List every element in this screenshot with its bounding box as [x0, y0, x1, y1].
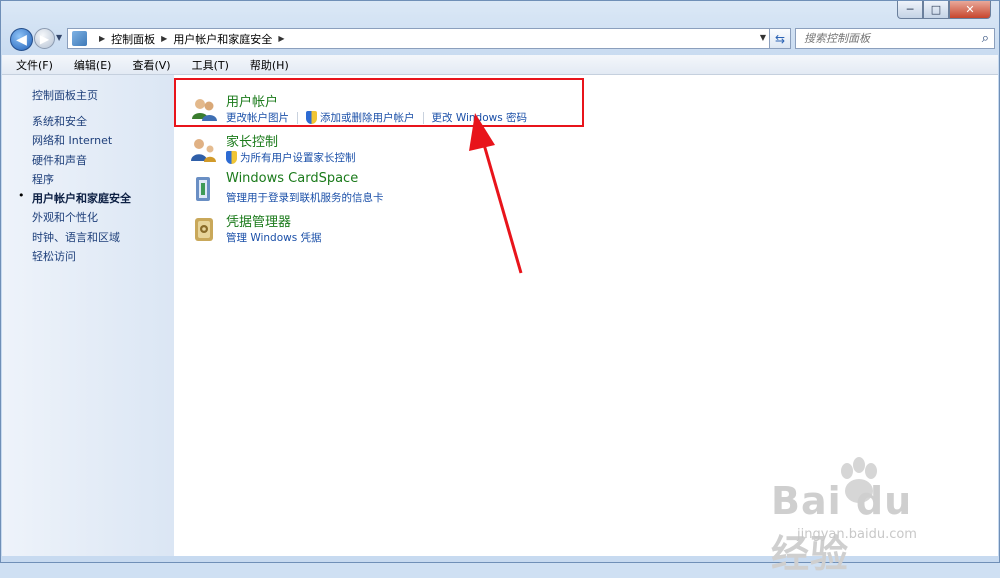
category-title[interactable]: 家长控制 — [226, 131, 278, 150]
sidebar-item-system-security[interactable]: 系统和安全 — [32, 113, 131, 132]
menu-bar: 文件(F) 编辑(E) 查看(V) 工具(T) 帮助(H) — [2, 55, 998, 75]
category-links: 管理用于登录到联机服务的信息卡 — [226, 190, 384, 205]
watermark-url: jingyan.baidu.com — [797, 527, 917, 542]
parental-controls-icon[interactable] — [190, 135, 218, 163]
refresh-button[interactable]: ⇆ — [769, 28, 791, 49]
sidebar-home-link[interactable]: 控制面板主页 — [32, 87, 98, 103]
back-arrow-icon: ◀ — [16, 31, 27, 48]
manage-info-cards-link[interactable]: 管理用于登录到联机服务的信息卡 — [226, 190, 384, 205]
sidebar-item-user-accounts[interactable]: 用户帐户和家庭安全 — [18, 189, 131, 209]
chevron-right-icon[interactable]: ▶ — [278, 34, 284, 43]
chevron-right-icon[interactable]: ▶ — [161, 34, 167, 43]
annotation-arrow — [469, 113, 523, 274]
uac-shield-icon — [226, 151, 237, 164]
search-icon[interactable]: ⌕ — [982, 31, 989, 46]
category-title[interactable]: 凭据管理器 — [226, 211, 291, 230]
caption-buttons: ─ □ ✕ — [897, 1, 991, 19]
search-box[interactable]: ⌕ — [795, 28, 995, 49]
cardspace-icon[interactable] — [190, 175, 218, 203]
forward-button[interactable]: ▶ — [34, 28, 55, 49]
search-input[interactable] — [802, 31, 976, 46]
category-links: 管理 Windows 凭据 — [226, 230, 322, 245]
address-dropdown-icon[interactable]: ▼ — [760, 33, 766, 42]
maximize-button[interactable]: □ — [923, 1, 949, 19]
back-button[interactable]: ◀ — [10, 28, 33, 51]
control-panel-icon — [72, 31, 87, 46]
menu-edit[interactable]: 编辑(E) — [60, 57, 119, 73]
menu-help[interactable]: 帮助(H) — [236, 57, 296, 73]
category-links: 为所有用户设置家长控制 — [226, 150, 356, 165]
manage-windows-credentials-link[interactable]: 管理 Windows 凭据 — [226, 230, 322, 245]
minimize-button[interactable]: ─ — [897, 1, 923, 19]
address-box[interactable]: ▶ 控制面板 ▶ 用户帐户和家庭安全 ▶ ▼ — [67, 28, 771, 49]
control-panel-window: ─ □ ✕ ◀ ▶ ▼ ▶ 控制面板 ▶ 用户帐户和家庭安全 ▶ ▼ ⇆ ⌕ 文… — [0, 0, 1000, 576]
sidebar-item-programs[interactable]: 程序 — [32, 171, 131, 190]
address-bar-row: ◀ ▶ ▼ ▶ 控制面板 ▶ 用户帐户和家庭安全 ▶ ▼ ⇆ ⌕ — [7, 27, 995, 51]
menu-tools[interactable]: 工具(T) — [178, 57, 236, 73]
category-title[interactable]: Windows CardSpace — [226, 171, 358, 186]
sidebar: 控制面板主页 系统和安全 网络和 Internet 硬件和声音 程序 用户帐户和… — [2, 75, 174, 556]
sidebar-item-appearance[interactable]: 外观和个性化 — [32, 209, 131, 228]
breadcrumb-control-panel[interactable]: 控制面板 — [111, 31, 155, 47]
sidebar-item-clock-language[interactable]: 时钟、语言和区域 — [32, 229, 131, 248]
recent-pages-dropdown[interactable]: ▼ — [56, 33, 62, 42]
sidebar-item-ease-of-access[interactable]: 轻松访问 — [32, 248, 131, 267]
credential-manager-icon[interactable] — [190, 215, 218, 243]
menu-file[interactable]: 文件(F) — [2, 57, 60, 73]
close-button[interactable]: ✕ — [949, 1, 991, 19]
sidebar-item-hardware-sound[interactable]: 硬件和声音 — [32, 152, 131, 171]
sidebar-item-network[interactable]: 网络和 Internet — [32, 132, 131, 151]
breadcrumb-user-accounts[interactable]: 用户帐户和家庭安全 — [173, 31, 272, 47]
setup-parental-controls-link[interactable]: 为所有用户设置家长控制 — [240, 150, 356, 165]
forward-arrow-icon: ▶ — [39, 31, 50, 46]
chevron-right-icon[interactable]: ▶ — [99, 34, 105, 43]
refresh-icon: ⇆ — [774, 31, 786, 46]
menu-view[interactable]: 查看(V) — [118, 57, 177, 73]
baidu-watermark: Bai du 经验 jingyan.baidu.com — [741, 457, 961, 576]
sidebar-list: 系统和安全 网络和 Internet 硬件和声音 程序 用户帐户和家庭安全 外观… — [18, 113, 131, 267]
